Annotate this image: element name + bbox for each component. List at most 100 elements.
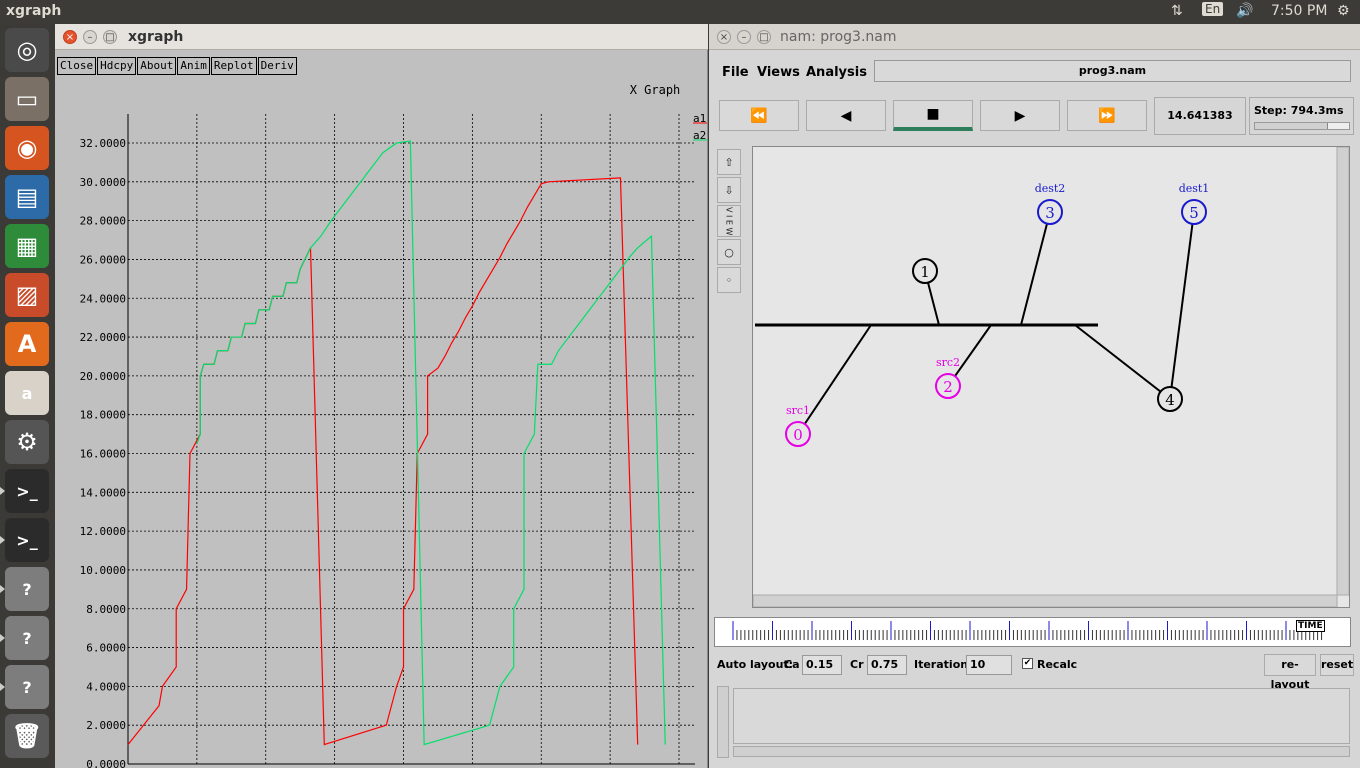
running-indicator: [0, 585, 5, 593]
unknown-app-icon-3[interactable]: ?: [5, 665, 49, 709]
ca-label: Ca: [784, 658, 800, 671]
y-tick-label: 22.0000: [80, 331, 126, 344]
zoom-out-icon[interactable]: ⇩: [717, 177, 741, 203]
view-mode-icon[interactable]: V I E W: [717, 205, 741, 237]
y-tick-label: 6.0000: [86, 642, 126, 655]
ca-input[interactable]: 0.15: [802, 655, 842, 675]
time-display: 14.641383: [1154, 97, 1246, 135]
link-0: [797, 324, 872, 435]
step-label: Step: 794.3ms: [1254, 104, 1344, 117]
node-id-label: 3: [1045, 204, 1055, 222]
recalc-checkbox[interactable]: ✔: [1022, 658, 1033, 669]
maximize-icon[interactable]: □: [103, 30, 117, 44]
time-marker[interactable]: TIME: [1296, 620, 1325, 632]
running-indicator: [0, 683, 5, 691]
reset-button[interactable]: reset: [1320, 654, 1354, 676]
firefox-icon[interactable]: ◉: [5, 126, 49, 170]
minimize-icon[interactable]: –: [83, 30, 97, 44]
terminal-icon-2[interactable]: >_: [5, 518, 49, 562]
horizontal-scrollbar[interactable]: [733, 746, 1350, 757]
node-small-icon[interactable]: ◦: [717, 267, 741, 293]
maximize-icon[interactable]: □: [757, 30, 771, 44]
window-title: xgraph: [128, 29, 184, 45]
menu-views[interactable]: Views: [757, 65, 800, 80]
annotation-panel[interactable]: [717, 686, 1352, 758]
step-slider-thumb[interactable]: [1327, 123, 1349, 129]
menu-file[interactable]: File: [722, 65, 749, 80]
y-tick-label: 10.0000: [80, 564, 126, 577]
timeline[interactable]: TIME: [714, 617, 1351, 647]
canvas-vertical-scrollbar[interactable]: [1336, 146, 1350, 596]
unknown-app-icon[interactable]: ?: [5, 567, 49, 611]
nam-window: × – □ nam: prog3.nam File Views Analysis…: [709, 24, 1360, 768]
series-line-a1: [127, 177, 639, 746]
active-app-title: xgraph: [6, 3, 62, 19]
minimize-icon[interactable]: –: [737, 30, 751, 44]
clock[interactable]: 7:50 PM: [1271, 3, 1327, 19]
node-id-label: 4: [1165, 391, 1175, 409]
software-center-icon[interactable]: A: [5, 322, 49, 366]
auto-layout-label: Auto layout:: [717, 658, 794, 671]
y-tick-label: 26.0000: [80, 253, 126, 266]
network-canvas[interactable]: 0 src1 1 2 src2 3 dest2 4 5 dest1: [752, 146, 1350, 608]
annotation-list[interactable]: [733, 688, 1350, 744]
y-tick-label: 2.0000: [86, 719, 126, 732]
nam-titlebar[interactable]: × – □ nam: prog3.nam: [709, 24, 1360, 50]
canvas-horizontal-scrollbar[interactable]: [752, 594, 1338, 608]
impress-icon[interactable]: ▨: [5, 273, 49, 317]
y-tick-label: 18.0000: [80, 409, 126, 422]
calc-icon[interactable]: ▦: [5, 224, 49, 268]
zoom-in-icon[interactable]: ⇧: [717, 149, 741, 175]
volume-icon[interactable]: 🔊: [1236, 3, 1253, 19]
node-id-label: 0: [793, 426, 803, 444]
y-tick-label: 14.0000: [80, 486, 126, 499]
y-tick-label: 8.0000: [86, 603, 126, 616]
running-indicator: [0, 536, 5, 544]
top-panel: xgraph ⇅ En 🔊 7:50 PM ⚙: [0, 0, 1360, 24]
node-name-label: dest2: [1035, 182, 1066, 195]
link-4: [1074, 324, 1171, 400]
rewind-button[interactable]: ⏪: [719, 100, 799, 131]
vertical-scrollbar[interactable]: [717, 686, 729, 758]
settings-gear-icon[interactable]: ⚙: [1337, 3, 1350, 19]
fast-forward-button[interactable]: ⏩: [1067, 100, 1147, 131]
node-id-label: 5: [1189, 204, 1199, 222]
xgraph-window: × – □ xgraph Close Hdcpy About Anim Replot De…: [55, 24, 708, 768]
running-indicator: [0, 487, 5, 495]
unknown-app-icon-2[interactable]: ?: [5, 616, 49, 660]
node-id-label: 2: [943, 378, 953, 396]
step-slider[interactable]: [1254, 122, 1350, 130]
network-arrows-icon[interactable]: ⇅: [1171, 3, 1183, 19]
ubuntu-dash-icon[interactable]: ◎: [5, 28, 49, 72]
terminal-icon[interactable]: >_: [5, 469, 49, 513]
filename-display: prog3.nam: [874, 60, 1351, 82]
cr-input[interactable]: 0.75: [867, 655, 907, 675]
node-name-label: src1: [786, 404, 810, 417]
trash-icon[interactable]: 🗑: [5, 714, 49, 758]
link-45: [1169, 211, 1195, 400]
step-control: Step: 794.3ms: [1249, 97, 1354, 135]
y-tick-label: 4.0000: [86, 680, 126, 693]
close-icon[interactable]: ×: [717, 30, 731, 44]
files-icon[interactable]: ▭: [5, 77, 49, 121]
node-name-label: dest1: [1179, 182, 1210, 195]
node-id-label: 1: [920, 263, 930, 281]
iterations-input[interactable]: 10: [966, 655, 1012, 675]
launcher: ◎ ▭ ◉ ▤ ▦ ▨ Aa ⚙ >_ >_??? 🗑: [0, 24, 55, 768]
back-button[interactable]: ◀: [806, 100, 886, 131]
xgraph-titlebar[interactable]: × – □ xgraph: [55, 24, 708, 50]
system-settings-icon[interactable]: ⚙: [5, 420, 49, 464]
close-icon[interactable]: ×: [63, 30, 77, 44]
keyboard-layout-icon[interactable]: En: [1202, 2, 1224, 16]
node-circle-icon[interactable]: ○: [717, 239, 741, 265]
y-tick-label: 16.0000: [80, 448, 126, 461]
play-button[interactable]: ▶: [980, 100, 1060, 131]
stop-button[interactable]: ■: [893, 100, 973, 131]
writer-icon[interactable]: ▤: [5, 175, 49, 219]
menu-analysis[interactable]: Analysis: [806, 65, 867, 80]
graph-title: X Graph: [630, 83, 681, 97]
xgraph-plot: 0.0000 2.0000 4.0000 6.0000 8.0000 10.0000 12.…: [80, 83, 707, 768]
relayout-button[interactable]: re-layout: [1264, 654, 1316, 691]
amazon-icon[interactable]: a: [5, 371, 49, 415]
network-topology: 0 src1 1 2 src2 3 dest2 4 5 dest1: [752, 146, 1350, 608]
